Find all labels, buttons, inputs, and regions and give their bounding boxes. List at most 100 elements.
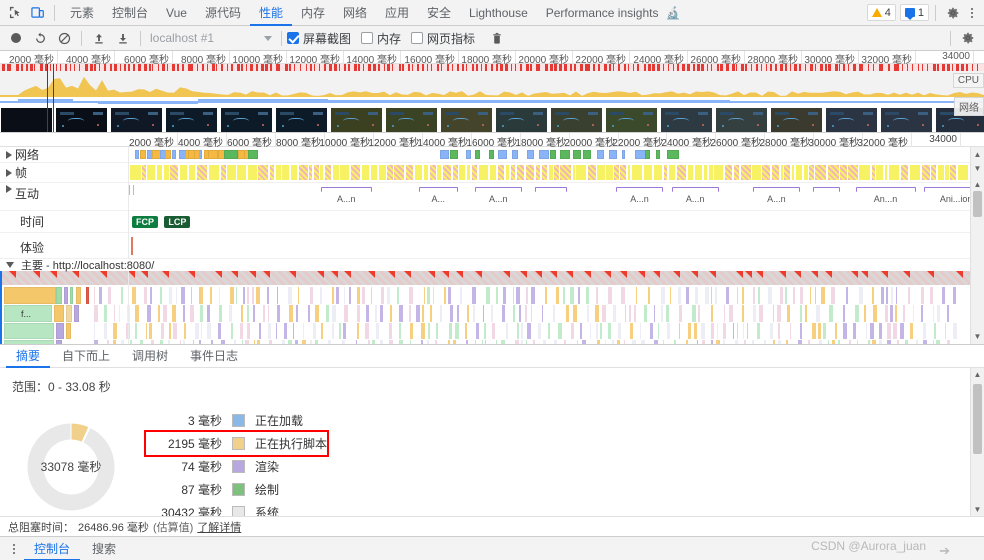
flame-block[interactable] — [853, 323, 857, 339]
interaction-bracket[interactable] — [855, 187, 916, 192]
flame-block[interactable] — [654, 340, 659, 344]
flame-block[interactable] — [252, 305, 255, 322]
legend-row[interactable]: 3 毫秒 正在加载 — [146, 409, 327, 432]
flame-block[interactable] — [867, 340, 871, 344]
flame-block[interactable] — [294, 340, 298, 344]
overview-selection-left-handle[interactable] — [47, 64, 48, 132]
flame-block[interactable] — [722, 340, 726, 344]
flame-block[interactable] — [525, 340, 528, 344]
frame-bar[interactable] — [157, 165, 164, 180]
frame-bar[interactable] — [275, 165, 282, 180]
flame-block[interactable] — [484, 340, 486, 344]
flame-block[interactable] — [865, 323, 868, 339]
filmstrip-frame[interactable] — [55, 107, 108, 132]
flame-block[interactable] — [486, 287, 490, 304]
flame-block[interactable] — [287, 340, 292, 344]
flame-block[interactable] — [230, 323, 234, 339]
interaction-bracket[interactable] — [671, 187, 719, 192]
flame-block[interactable] — [332, 305, 337, 322]
frame-bar[interactable] — [950, 165, 958, 180]
flame-block[interactable] — [872, 340, 877, 344]
flame-block[interactable] — [253, 340, 255, 344]
flame-block[interactable] — [711, 323, 715, 339]
frame-bar[interactable] — [560, 165, 573, 180]
flame-block[interactable] — [842, 305, 846, 322]
drawer-more-icon[interactable] — [6, 543, 22, 554]
flame-block[interactable] — [309, 287, 314, 304]
network-request-bar[interactable] — [608, 150, 617, 159]
flame-block[interactable] — [752, 287, 756, 304]
flame-block[interactable] — [440, 305, 443, 322]
flame-block[interactable] — [953, 323, 957, 339]
frame-bar[interactable] — [676, 165, 688, 180]
frame-bar[interactable] — [840, 165, 848, 180]
flame-block[interactable] — [150, 287, 153, 304]
flame-block[interactable] — [805, 305, 807, 322]
flame-block[interactable] — [694, 287, 698, 304]
flame-block[interactable] — [94, 305, 98, 322]
scroll-down-arrow-icon[interactable]: ▼ — [971, 330, 984, 344]
flame-block[interactable] — [923, 340, 928, 344]
flame-block[interactable] — [464, 323, 467, 339]
flame-block[interactable] — [421, 340, 424, 344]
flame-block[interactable] — [736, 323, 739, 339]
frame-bar[interactable] — [309, 165, 314, 180]
flame-block[interactable] — [629, 305, 631, 322]
flame-block[interactable] — [630, 323, 634, 339]
flame-block[interactable] — [314, 340, 319, 344]
legend-row[interactable]: 74 毫秒 渲染 — [146, 455, 327, 478]
frame-bar[interactable] — [452, 165, 459, 180]
flame-block[interactable] — [151, 340, 155, 344]
flame-block[interactable] — [172, 305, 177, 322]
filmstrip-frame[interactable] — [550, 107, 603, 132]
filmstrip-frame[interactable] — [605, 107, 658, 132]
flame-block[interactable] — [338, 323, 341, 339]
flame-block[interactable] — [871, 287, 874, 304]
frame-bar[interactable] — [627, 165, 632, 180]
flame-block[interactable] — [632, 340, 636, 344]
summary-scroll-down-icon[interactable]: ▼ — [971, 502, 984, 516]
legend-row[interactable]: 87 毫秒 绘制 — [146, 478, 327, 501]
flame-block[interactable] — [742, 287, 745, 304]
frame-bar[interactable] — [535, 165, 542, 180]
flame-block[interactable] — [134, 323, 138, 339]
flame-block[interactable] — [70, 287, 73, 304]
flame-block[interactable] — [735, 340, 738, 344]
flame-block[interactable] — [704, 287, 709, 304]
flame-block[interactable] — [816, 305, 820, 322]
flame-block[interactable] — [447, 340, 450, 344]
network-request-bar[interactable] — [596, 150, 605, 159]
flame-block[interactable] — [262, 305, 266, 322]
capture-settings-gear-icon[interactable] — [956, 28, 980, 49]
flame-block[interactable] — [256, 287, 261, 304]
flame-block[interactable] — [277, 287, 279, 304]
network-request-bar[interactable] — [139, 150, 147, 159]
frame-bar[interactable] — [424, 165, 430, 180]
flame-block[interactable] — [859, 287, 863, 304]
flame-block[interactable] — [218, 323, 221, 339]
flame-block[interactable] — [94, 287, 96, 304]
flame-block[interactable] — [946, 305, 949, 322]
flame-block[interactable] — [612, 340, 614, 344]
flame-block[interactable] — [399, 305, 404, 322]
frame-bar[interactable] — [931, 165, 938, 180]
flame-block[interactable] — [276, 305, 281, 322]
flame-block[interactable] — [893, 323, 898, 339]
flame-block[interactable] — [190, 287, 192, 304]
frame-bar[interactable] — [332, 165, 340, 180]
frame-bar[interactable] — [809, 165, 815, 180]
flame-block[interactable] — [900, 323, 905, 339]
drawer-tab-console[interactable]: 控制台 — [24, 537, 80, 560]
flame-block[interactable] — [552, 305, 556, 322]
fcp-marker[interactable]: FCP — [132, 216, 158, 228]
flame-block[interactable] — [246, 323, 251, 339]
frame-bar[interactable] — [489, 165, 498, 180]
flame-block[interactable] — [700, 323, 705, 339]
flame-block[interactable] — [538, 323, 542, 339]
flame-block[interactable] — [768, 287, 773, 304]
flame-block[interactable] — [716, 340, 721, 344]
tab-console[interactable]: 控制台 — [103, 0, 157, 26]
track-interactions-body[interactable]: A...n A... A...n A...n A...n A...n An...n Ani..… — [128, 183, 984, 210]
frame-bar[interactable] — [479, 165, 490, 180]
flame-block[interactable] — [596, 287, 598, 304]
